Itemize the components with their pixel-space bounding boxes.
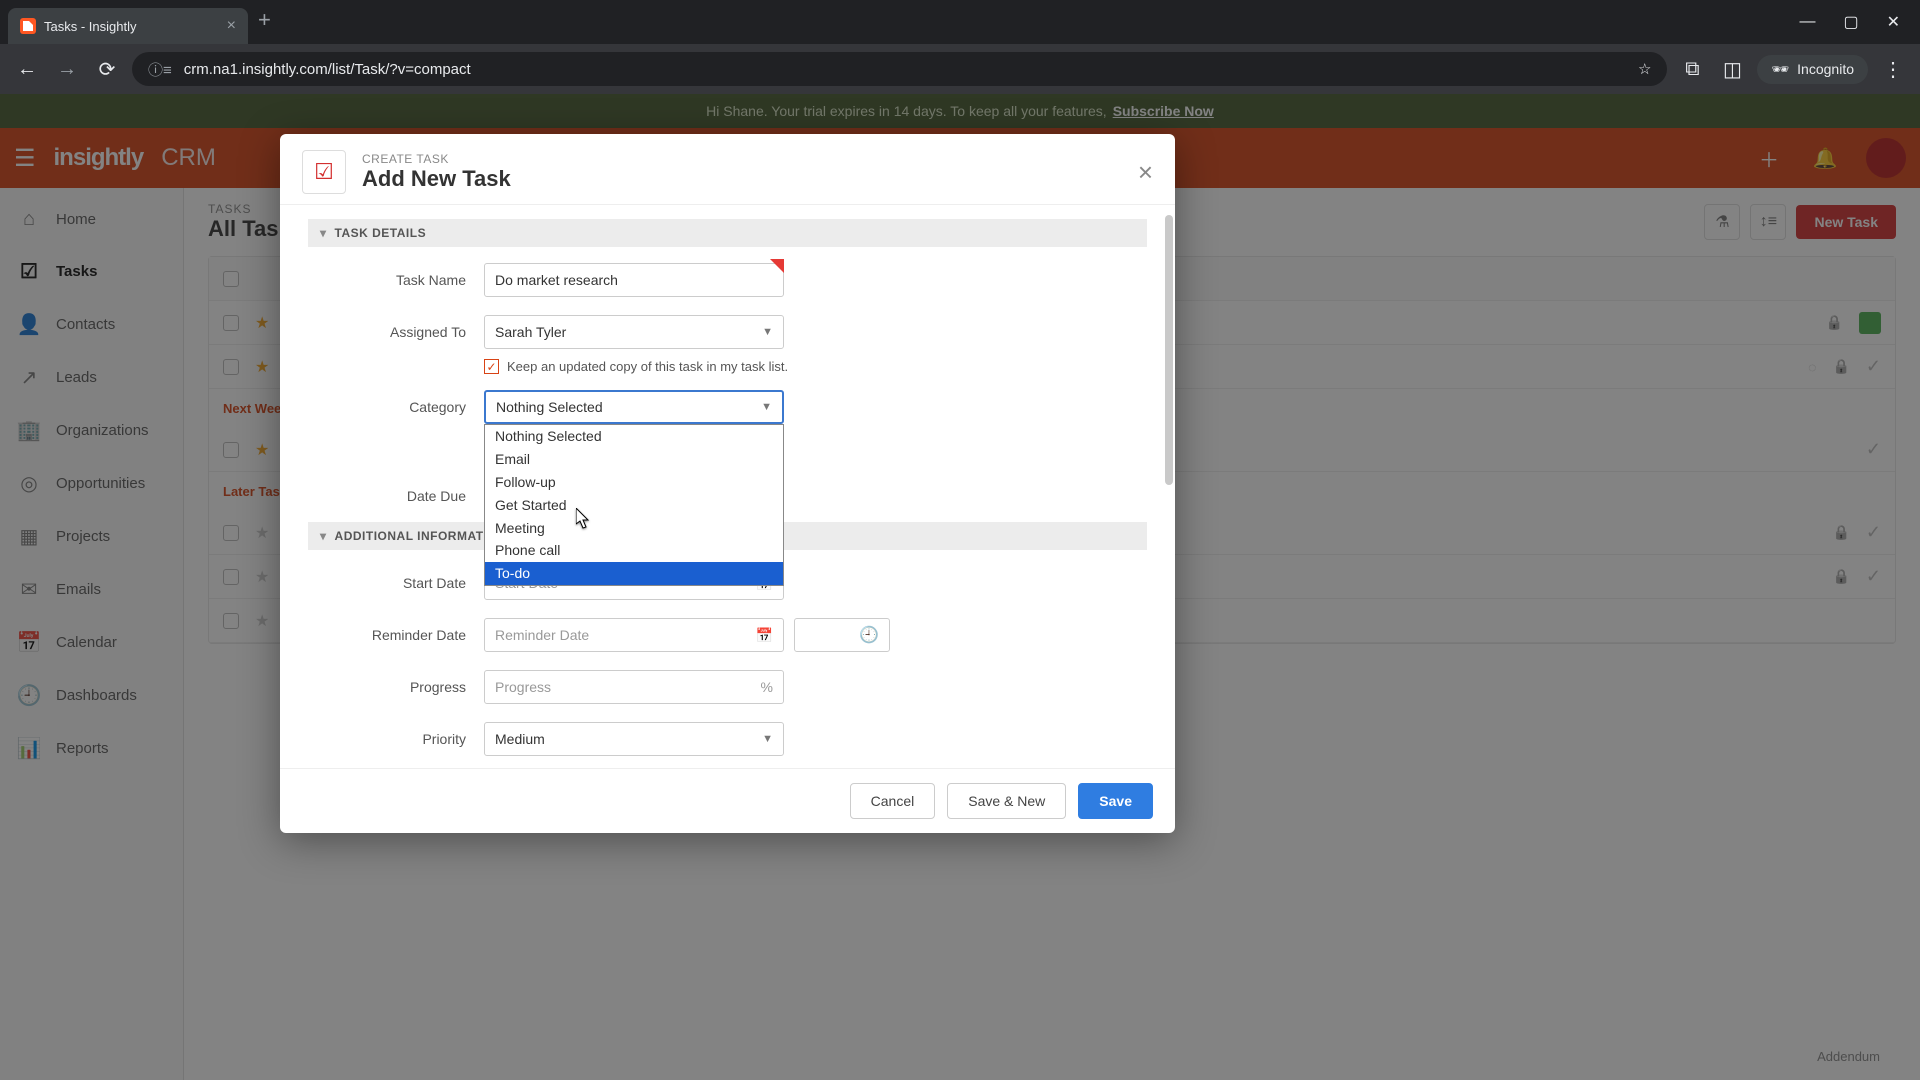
extensions-icon[interactable]: ⧉ (1677, 58, 1707, 81)
select-value: Nothing Selected (496, 399, 603, 415)
new-tab-button[interactable]: + (258, 7, 271, 37)
save-new-button[interactable]: Save & New (947, 783, 1066, 819)
save-button[interactable]: Save (1078, 783, 1153, 819)
section-label: TASK DETAILS (335, 226, 427, 240)
category-dropdown: Nothing Selected Email Follow-up Get Sta… (484, 424, 784, 586)
clock-icon: 🕘 (859, 625, 879, 645)
favicon-icon (20, 18, 36, 34)
task-modal-icon: ☑ (302, 150, 346, 194)
calendar-icon[interactable]: 📅 (756, 627, 773, 644)
required-flag-icon (770, 259, 784, 273)
field-priority: Priority Medium ▼ (308, 722, 1147, 756)
url-text: crm.na1.insightly.com/list/Task/?v=compa… (184, 61, 471, 78)
incognito-label: Incognito (1797, 61, 1854, 77)
modal-body: ▾ TASK DETAILS Task Name Assigned To Sara… (280, 205, 1175, 768)
kebab-menu-icon[interactable]: ⋮ (1878, 57, 1908, 82)
label-category: Category (308, 399, 484, 415)
chevron-down-icon: ▾ (320, 529, 327, 543)
add-task-modal: ☑ CREATE TASK Add New Task × ▾ TASK DETAI… (280, 134, 1175, 833)
field-task-name: Task Name (308, 263, 1147, 297)
placeholder-text: Reminder Date (495, 627, 589, 643)
label-progress: Progress (308, 679, 484, 695)
percent-icon: % (761, 679, 773, 695)
chevron-down-icon: ▼ (761, 401, 772, 413)
chevron-down-icon: ▾ (320, 226, 327, 240)
app-viewport: Hi Shane. Your trial expires in 14 days.… (0, 94, 1920, 1080)
reminder-date-input[interactable]: Reminder Date 📅 (484, 618, 784, 652)
sidepanel-icon[interactable]: ◫ (1717, 57, 1747, 82)
progress-input[interactable]: Progress% (484, 670, 784, 704)
reminder-time-input[interactable]: 🕘 (794, 618, 890, 652)
label-date-due: Date Due (308, 488, 484, 504)
task-name-input[interactable] (484, 263, 784, 297)
incognito-badge[interactable]: 🕶 Incognito (1757, 55, 1868, 84)
category-option[interactable]: Follow-up (485, 471, 783, 494)
modal-title: Add New Task (362, 166, 511, 192)
close-icon[interactable]: × (1138, 157, 1153, 188)
label-reminder-date: Reminder Date (308, 627, 484, 643)
close-window-icon[interactable]: ✕ (1887, 12, 1900, 32)
category-option[interactable]: Meeting (485, 517, 783, 540)
address-bar[interactable]: ⓘ≡ crm.na1.insightly.com/list/Task/?v=co… (132, 52, 1667, 86)
tab-title: Tasks - Insightly (44, 19, 136, 34)
modal-footer: Cancel Save & New Save (280, 768, 1175, 833)
field-assigned-to: Assigned To Sarah Tyler ▼ (308, 315, 1147, 349)
keep-copy-checkbox[interactable]: ✓ (484, 359, 499, 374)
cancel-button[interactable]: Cancel (850, 783, 936, 819)
field-progress: Progress Progress% (308, 670, 1147, 704)
field-reminder-date: Reminder Date Reminder Date 📅 🕘 (308, 618, 1147, 652)
category-option-highlighted[interactable]: To-do (485, 562, 783, 585)
browser-tab[interactable]: Tasks - Insightly × (8, 8, 248, 44)
window-controls: — ▢ ✕ (1799, 0, 1920, 44)
label-task-name: Task Name (308, 272, 484, 288)
label-start-date: Start Date (308, 575, 484, 591)
field-category: Category Nothing Selected ▼ Nothing Selec… (308, 390, 1147, 424)
maximize-icon[interactable]: ▢ (1843, 12, 1858, 32)
select-value: Sarah Tyler (495, 324, 566, 340)
modal-scrollbar[interactable] (1165, 215, 1173, 485)
browser-titlebar: Tasks - Insightly × + — ▢ ✕ (0, 0, 1920, 44)
forward-icon: → (52, 58, 82, 81)
modal-header: ☑ CREATE TASK Add New Task × (280, 134, 1175, 205)
section-label: ADDITIONAL INFORMATION (335, 529, 507, 543)
assigned-to-select[interactable]: Sarah Tyler ▼ (484, 315, 784, 349)
category-option[interactable]: Email (485, 448, 783, 471)
chevron-down-icon: ▼ (762, 326, 773, 338)
tab-close-icon[interactable]: × (227, 17, 236, 35)
select-value: Medium (495, 731, 545, 747)
reload-icon[interactable]: ⟳ (92, 57, 122, 82)
bookmark-star-icon[interactable]: ☆ (1638, 60, 1651, 78)
label-assigned-to: Assigned To (308, 324, 484, 340)
site-info-icon[interactable]: ⓘ≡ (148, 59, 172, 80)
category-select[interactable]: Nothing Selected ▼ (484, 390, 784, 424)
chevron-down-icon: ▼ (762, 733, 773, 745)
category-option[interactable]: Get Started (485, 494, 783, 517)
category-option[interactable]: Nothing Selected (485, 425, 783, 448)
placeholder-text: Progress (495, 679, 551, 695)
minimize-icon[interactable]: — (1799, 13, 1815, 31)
label-priority: Priority (308, 731, 484, 747)
browser-toolbar: ← → ⟳ ⓘ≡ crm.na1.insightly.com/list/Task… (0, 44, 1920, 94)
priority-select[interactable]: Medium ▼ (484, 722, 784, 756)
modal-supertitle: CREATE TASK (362, 152, 511, 166)
category-option[interactable]: Phone call (485, 539, 783, 562)
section-task-details[interactable]: ▾ TASK DETAILS (308, 219, 1147, 247)
keep-copy-row[interactable]: ✓ Keep an updated copy of this task in m… (484, 359, 1147, 374)
keep-copy-label: Keep an updated copy of this task in my … (507, 359, 788, 374)
back-icon[interactable]: ← (12, 58, 42, 81)
incognito-icon: 🕶 (1771, 61, 1789, 78)
